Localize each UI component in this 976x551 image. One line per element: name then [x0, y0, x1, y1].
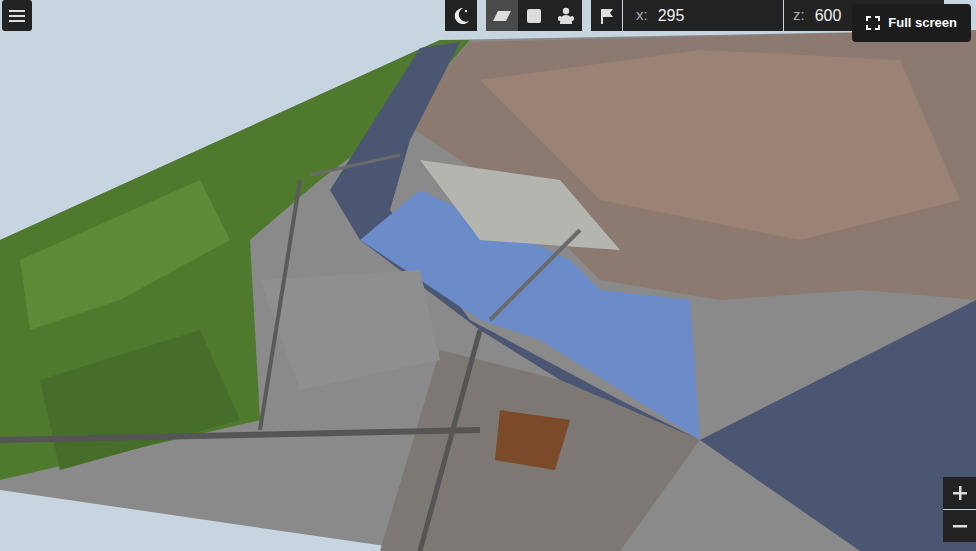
- fullscreen-button[interactable]: Full screen: [852, 4, 971, 42]
- minus-icon: [952, 518, 968, 534]
- x-input[interactable]: [658, 4, 758, 28]
- person-icon: [557, 7, 575, 25]
- camera-mode-button[interactable]: [518, 0, 550, 31]
- zoom-controls: [943, 477, 976, 542]
- x-field: x:: [623, 0, 783, 31]
- perspective-icon: [492, 9, 512, 23]
- flag-icon: [598, 7, 616, 25]
- zoom-in-button[interactable]: [943, 477, 976, 509]
- map-viewer: x: z: Full screen: [0, 0, 976, 551]
- camera-mode-button[interactable]: [486, 0, 518, 31]
- plus-icon: [952, 485, 968, 501]
- marker-button[interactable]: [591, 0, 622, 31]
- fullscreen-label: Full screen: [888, 13, 957, 33]
- camera-mode-group: [486, 0, 582, 31]
- z-input[interactable]: [815, 4, 855, 28]
- z-label: z:: [793, 4, 805, 27]
- moon-icon: [451, 6, 471, 26]
- fullscreen-icon: [866, 16, 880, 30]
- camera-mode-glyph: [492, 9, 512, 23]
- map-canvas[interactable]: [0, 0, 976, 551]
- day-night-button[interactable]: [445, 0, 477, 31]
- hamburger-icon: [9, 9, 25, 23]
- camera-mode-glyph: [526, 8, 542, 24]
- camera-mode-button[interactable]: [550, 0, 582, 31]
- x-label: x:: [636, 4, 648, 27]
- zoom-out-button[interactable]: [943, 510, 976, 542]
- flat-icon: [526, 8, 542, 24]
- camera-mode-glyph: [557, 7, 575, 25]
- menu-button[interactable]: [2, 0, 32, 31]
